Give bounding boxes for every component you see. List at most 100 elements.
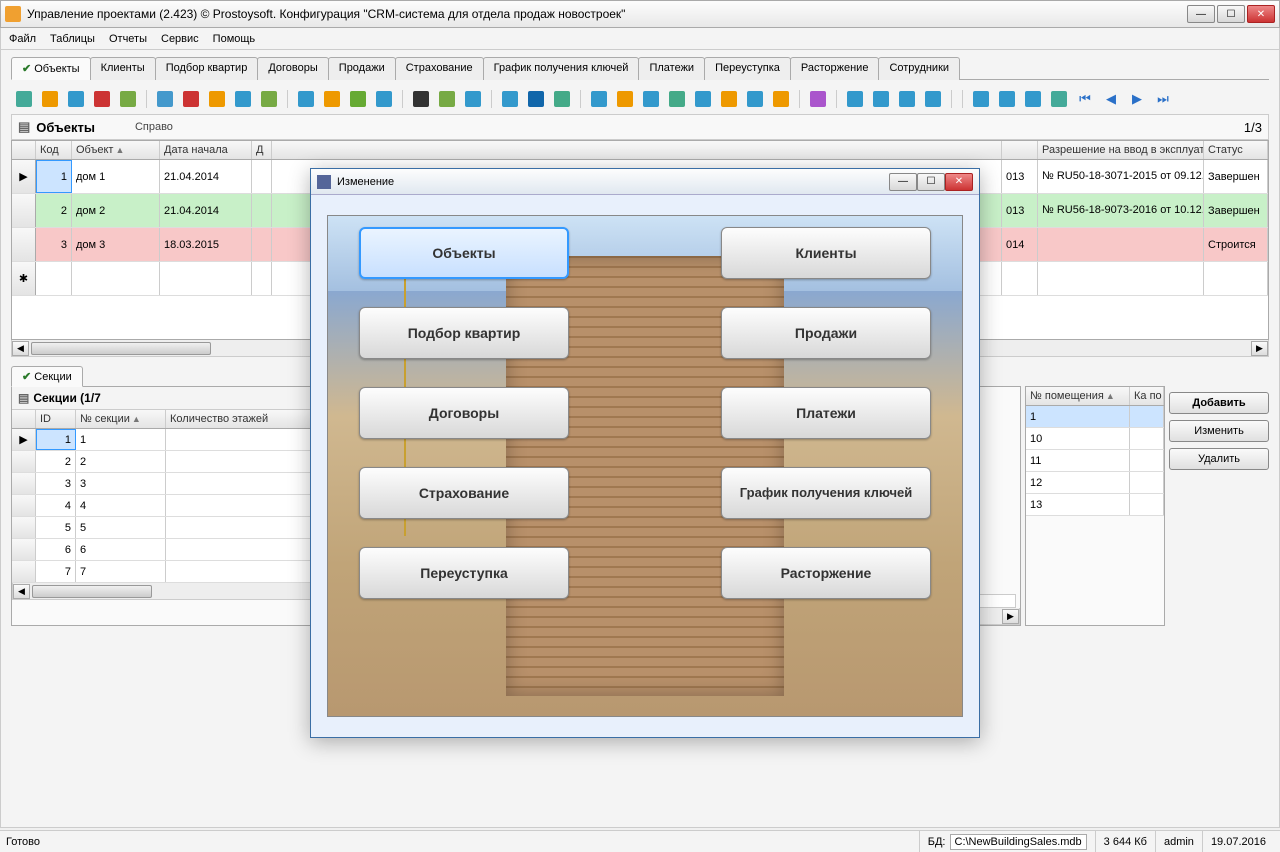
close-button[interactable]: ✕ bbox=[1247, 5, 1275, 23]
cell-perm[interactable] bbox=[1038, 262, 1204, 295]
tab-insurance[interactable]: Страхование bbox=[395, 57, 484, 80]
toolbar-button[interactable] bbox=[896, 88, 918, 110]
cell-date[interactable]: 18.03.2015 bbox=[160, 228, 252, 261]
scroll-right-icon[interactable]: ▶ bbox=[1002, 609, 1019, 624]
cell-end[interactable]: 013 bbox=[1002, 194, 1038, 227]
cell-ka[interactable] bbox=[1130, 450, 1164, 471]
col-end[interactable] bbox=[1002, 141, 1038, 159]
minimize-button[interactable]: — bbox=[1187, 5, 1215, 23]
cell-d[interactable] bbox=[252, 262, 272, 295]
cell-code[interactable] bbox=[36, 262, 72, 295]
menu-tables[interactable]: Таблицы bbox=[50, 33, 95, 45]
table-row[interactable]: 10 bbox=[1026, 428, 1164, 450]
table-row[interactable]: 11 bbox=[1026, 450, 1164, 472]
toolbar-button[interactable] bbox=[525, 88, 547, 110]
cell-object[interactable]: дом 2 bbox=[72, 194, 160, 227]
reference-button[interactable]: Справо bbox=[135, 121, 173, 133]
edit-button[interactable]: Изменить bbox=[1169, 420, 1269, 442]
tab-keys[interactable]: График получения ключей bbox=[483, 57, 640, 80]
tab-reassign[interactable]: Переуступка bbox=[704, 57, 791, 80]
cell-section[interactable]: 6 bbox=[76, 539, 166, 560]
nav-button[interactable]: ▶ bbox=[1126, 88, 1148, 110]
col-section-num[interactable]: № секции▲ bbox=[76, 410, 166, 428]
toolbar-button[interactable] bbox=[373, 88, 395, 110]
cell-id[interactable]: 5 bbox=[36, 517, 76, 538]
toolbar-button[interactable] bbox=[744, 88, 766, 110]
cell-d[interactable] bbox=[252, 194, 272, 227]
scroll-right-icon[interactable]: ▶ bbox=[1251, 341, 1268, 356]
toolbar-button[interactable] bbox=[844, 88, 866, 110]
scroll-left-icon[interactable]: ◀ bbox=[12, 341, 29, 356]
cell-room[interactable]: 10 bbox=[1026, 428, 1130, 449]
cell-id[interactable]: 4 bbox=[36, 495, 76, 516]
modal-btn-insurance[interactable]: Страхование bbox=[359, 467, 569, 519]
cell-perm[interactable] bbox=[1038, 228, 1204, 261]
toolbar-button[interactable] bbox=[258, 88, 280, 110]
toolbar-button[interactable] bbox=[232, 88, 254, 110]
cell-perm[interactable]: № RU50-18-3071-2015 от 09.12.2015 bbox=[1038, 160, 1204, 193]
col-d[interactable]: Д bbox=[252, 141, 272, 159]
col-id[interactable]: ID bbox=[36, 410, 76, 428]
toolbar-button[interactable] bbox=[692, 88, 714, 110]
cell-date[interactable]: 21.04.2014 bbox=[160, 160, 252, 193]
toolbar-button[interactable] bbox=[588, 88, 610, 110]
cell-status[interactable]: Строится bbox=[1204, 228, 1268, 261]
tab-contracts[interactable]: Договоры bbox=[257, 57, 328, 80]
toolbar-button[interactable] bbox=[718, 88, 740, 110]
cell-section[interactable]: 7 bbox=[76, 561, 166, 582]
modal-btn-contracts[interactable]: Договоры bbox=[359, 387, 569, 439]
toolbar-button[interactable] bbox=[436, 88, 458, 110]
menu-service[interactable]: Сервис bbox=[161, 33, 199, 45]
toolbar-button[interactable] bbox=[666, 88, 688, 110]
col-code[interactable]: Код bbox=[36, 141, 72, 159]
cell-date[interactable] bbox=[160, 262, 252, 295]
toolbar-button[interactable] bbox=[154, 88, 176, 110]
cell-room[interactable]: 12 bbox=[1026, 472, 1130, 493]
toolbar-button[interactable] bbox=[499, 88, 521, 110]
modal-close-button[interactable]: ✕ bbox=[945, 173, 973, 191]
toolbar-button[interactable] bbox=[922, 88, 944, 110]
menu-reports[interactable]: Отчеты bbox=[109, 33, 147, 45]
cell-id[interactable]: 3 bbox=[36, 473, 76, 494]
cell-id[interactable]: 1 bbox=[36, 429, 76, 450]
toolbar-button[interactable] bbox=[551, 88, 573, 110]
cell-status[interactable] bbox=[1204, 262, 1268, 295]
toolbar-button[interactable] bbox=[180, 88, 202, 110]
modal-minimize-button[interactable]: — bbox=[889, 173, 917, 191]
toolbar-button[interactable] bbox=[970, 88, 992, 110]
toolbar-button[interactable] bbox=[65, 88, 87, 110]
nav-button[interactable]: ⏮ bbox=[1074, 88, 1096, 110]
col-status[interactable]: Статус bbox=[1204, 141, 1268, 159]
toolbar-button[interactable] bbox=[295, 88, 317, 110]
toolbar-button[interactable] bbox=[996, 88, 1018, 110]
cell-end[interactable] bbox=[1002, 262, 1038, 295]
subtab-sections[interactable]: ✔ Секции bbox=[11, 366, 83, 387]
cell-room[interactable]: 1 bbox=[1026, 406, 1130, 427]
scroll-left-icon[interactable]: ◀ bbox=[13, 584, 30, 599]
cell-end[interactable]: 014 bbox=[1002, 228, 1038, 261]
toolbar-button[interactable] bbox=[807, 88, 829, 110]
modal-btn-keys[interactable]: График получения ключей bbox=[721, 467, 931, 519]
add-button[interactable]: Добавить bbox=[1169, 392, 1269, 414]
toolbar-button[interactable] bbox=[770, 88, 792, 110]
nav-button[interactable]: ⏭ bbox=[1152, 88, 1174, 110]
cell-d[interactable] bbox=[252, 228, 272, 261]
modal-btn-reassign[interactable]: Переуступка bbox=[359, 547, 569, 599]
cell-d[interactable] bbox=[252, 160, 272, 193]
table-row[interactable]: 13 bbox=[1026, 494, 1164, 516]
cell-ka[interactable] bbox=[1130, 472, 1164, 493]
cell-section[interactable]: 2 bbox=[76, 451, 166, 472]
cell-end[interactable]: 013 bbox=[1002, 160, 1038, 193]
tab-objects[interactable]: ✔Объекты bbox=[11, 57, 91, 80]
cell-section[interactable]: 4 bbox=[76, 495, 166, 516]
toolbar-button[interactable] bbox=[870, 88, 892, 110]
tab-payments[interactable]: Платежи bbox=[638, 57, 705, 80]
cell-object[interactable] bbox=[72, 262, 160, 295]
toolbar-button[interactable] bbox=[1048, 88, 1070, 110]
table-row[interactable]: 12 bbox=[1026, 472, 1164, 494]
scroll-thumb[interactable] bbox=[31, 342, 211, 355]
cell-code[interactable]: 1 bbox=[36, 160, 72, 193]
toolbar-button[interactable] bbox=[640, 88, 662, 110]
toolbar-button[interactable] bbox=[347, 88, 369, 110]
modal-btn-payments[interactable]: Платежи bbox=[721, 387, 931, 439]
